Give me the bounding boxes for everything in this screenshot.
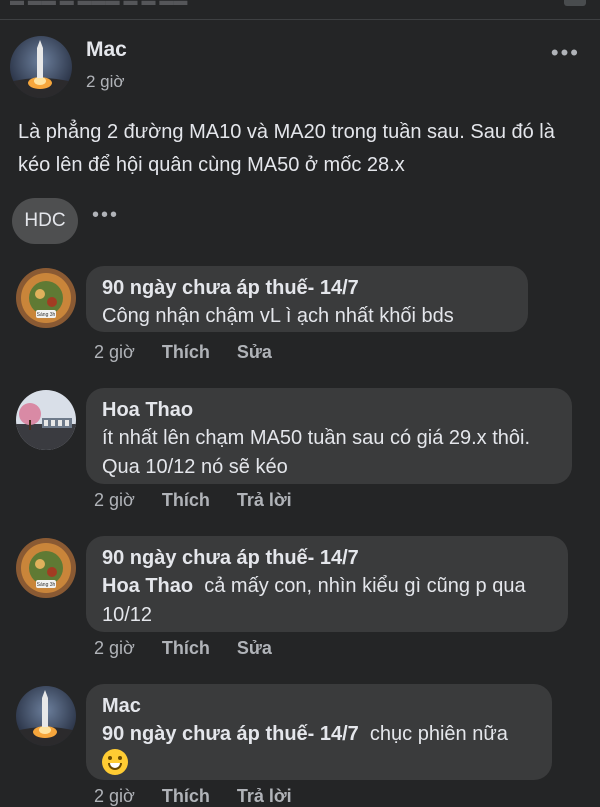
comment-time[interactable]: 2 giờ xyxy=(94,490,135,510)
post-text: Là phẳng 2 đường MA10 và MA20 trong tuần… xyxy=(18,121,555,176)
avatar-food[interactable]: Sáng 3h xyxy=(16,538,76,598)
like-button[interactable]: Thích xyxy=(162,490,210,510)
comment-actions: 2 giờ Thích Sửa xyxy=(94,638,294,659)
like-button[interactable]: Thích xyxy=(162,786,210,806)
comment-bubble[interactable]: Hoa Thao ít nhất lên chạm MA50 tuần sau … xyxy=(86,388,572,484)
avatar-hoa-thao[interactable] xyxy=(16,390,76,450)
grinning-face-icon xyxy=(102,749,128,775)
more-horizontal-icon[interactable]: ••• xyxy=(551,40,580,66)
comment-mention[interactable]: Hoa Thao xyxy=(102,575,193,597)
cut-off-text: ▬ ▬▬ ▬ ▬▬▬ ▬ ▬ ▬▬ xyxy=(10,0,188,8)
comment-actions: 2 giờ Thích Sửa xyxy=(94,342,294,363)
comment-actions: 2 giờ Thích Trả lời xyxy=(94,490,314,511)
comment-author[interactable]: Hoa Thao xyxy=(102,396,556,424)
comment-author[interactable]: Mac xyxy=(102,692,536,720)
comment-mention[interactable]: 90 ngày chưa áp thuế- 14/7 xyxy=(102,723,359,745)
comment-author[interactable]: 90 ngày chưa áp thuế- 14/7 xyxy=(102,274,512,302)
avatar-food[interactable]: Sáng 3h xyxy=(16,268,76,328)
comment-text: Hoa Thao cả mấy con, nhìn kiểu gì cũng p… xyxy=(102,572,552,630)
comment-bubble[interactable]: Mac 90 ngày chưa áp thuế- 14/7 chục phiê… xyxy=(86,684,552,780)
edit-button[interactable]: Sửa xyxy=(237,342,272,362)
comment-time[interactable]: 2 giờ xyxy=(94,638,135,658)
comment-text: 90 ngày chưa áp thuế- 14/7 chục phiên nữ… xyxy=(102,720,536,779)
divider xyxy=(0,19,600,20)
comment-actions: 2 giờ Thích Trả lời xyxy=(94,786,314,807)
like-button[interactable]: Thích xyxy=(162,638,210,658)
more-horizontal-icon[interactable]: ••• xyxy=(92,204,119,227)
avatar-mac[interactable] xyxy=(10,36,72,98)
comment-text: ít nhất lên chạm MA50 tuần sau có giá 29… xyxy=(102,427,531,478)
comment-body: chục phiên nữa xyxy=(369,723,508,745)
avatar-label: Sáng 3h xyxy=(37,312,56,318)
top-status-strip: ▬ ▬▬ ▬ ▬▬▬ ▬ ▬ ▬▬ xyxy=(0,0,600,20)
tag-chip[interactable]: HDC xyxy=(12,198,78,244)
post-author[interactable]: Mac xyxy=(86,38,127,62)
comment-author[interactable]: 90 ngày chưa áp thuế- 14/7 xyxy=(102,544,552,572)
avatar-label: Sáng 3h xyxy=(37,582,56,588)
comment-text: Công nhận chậm vL ì ạch nhất khối bds xyxy=(102,305,454,327)
comment-bubble[interactable]: 90 ngày chưa áp thuế- 14/7 Công nhận chậ… xyxy=(86,266,528,332)
comment-time[interactable]: 2 giờ xyxy=(94,342,135,362)
post-time[interactable]: 2 giờ xyxy=(86,72,125,92)
avatar-mac[interactable] xyxy=(16,686,76,746)
post-header: Mac 2 giờ ••• xyxy=(10,36,590,104)
reply-button[interactable]: Trả lời xyxy=(237,490,292,510)
reply-button[interactable]: Trả lời xyxy=(237,786,292,806)
comment-time[interactable]: 2 giờ xyxy=(94,786,135,806)
top-right-icon[interactable] xyxy=(564,0,586,6)
edit-button[interactable]: Sửa xyxy=(237,638,272,658)
comment-bubble[interactable]: 90 ngày chưa áp thuế- 14/7 Hoa Thao cả m… xyxy=(86,536,568,632)
like-button[interactable]: Thích xyxy=(162,342,210,362)
